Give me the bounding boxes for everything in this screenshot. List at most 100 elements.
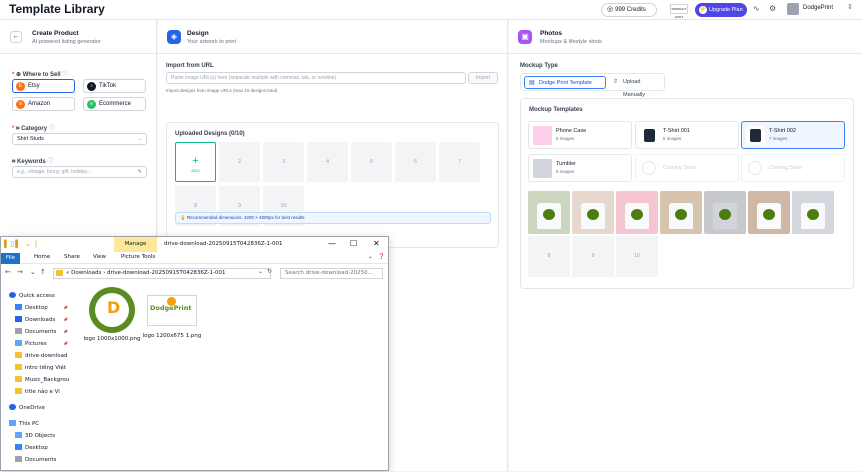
create-product-title: Create Product [32, 30, 79, 37]
pin-icon[interactable]: 📌 [63, 341, 68, 346]
marketplace-ecommerce[interactable]: e Ecommerce [83, 97, 146, 111]
url-placeholder: Paste image URL(s) here (separate multip… [171, 75, 337, 81]
template-phone-case[interactable]: Phone Case 6 images [528, 121, 632, 149]
product-hunt-badge[interactable]: PRODUCT HUNT [670, 4, 688, 19]
file-name: logo 1000x1000.png [83, 336, 141, 342]
tab-share[interactable]: Share [64, 254, 80, 260]
template-coming-soon: Coming Soon [741, 154, 845, 182]
mockup-slot[interactable]: 8 [528, 236, 570, 277]
activity-icon[interactable]: ∿ [753, 4, 760, 13]
tshirt-image [757, 203, 781, 229]
upgrade-label: Upgrade Plan [709, 7, 743, 13]
nav-documents[interactable]: Documents [15, 456, 75, 463]
design-slot[interactable]: 5 [351, 142, 392, 182]
mockup-image[interactable] [704, 191, 746, 234]
create-product-subtitle: AI-powered listing generator [32, 39, 101, 45]
cloud-icon [9, 404, 16, 410]
manage-tab[interactable]: Manage [114, 237, 157, 252]
settings-icon[interactable]: ⚙ [769, 4, 776, 13]
design-slot[interactable]: 2 [219, 142, 260, 182]
template-tshirt-001[interactable]: T-Shirt 001 6 images [635, 121, 739, 149]
mockup-image[interactable] [748, 191, 790, 234]
recent-chevron-icon[interactable]: ⌄ [30, 268, 36, 276]
category-select[interactable]: Shirt Studs ⌄ [12, 133, 147, 145]
mockup-image[interactable] [572, 191, 614, 234]
keywords-input[interactable]: e.g., vintage, funny, gift, holiday... ✎ [12, 166, 147, 178]
file-item[interactable]: DodgePrint logo 1200x675 1.png [142, 287, 202, 340]
nav-label: Downloads [25, 317, 56, 323]
mockup-image[interactable] [616, 191, 658, 234]
template-name: T-Shirt 001 [663, 128, 690, 134]
template-count: 6 images [663, 136, 682, 141]
template-name: Phone Case [556, 128, 587, 134]
template-thumbnail [640, 126, 659, 145]
nav-folder[interactable]: drive-download [15, 352, 75, 359]
tab-file[interactable]: File [1, 253, 20, 264]
top-bar: Template Library ◎ 999 Credits PRODUCT HU… [0, 0, 862, 20]
design-art [587, 209, 599, 220]
template-tumbler[interactable]: Tumbler 6 images [528, 154, 632, 182]
design-slot[interactable]: 3 [263, 142, 304, 182]
forward-arrow-icon[interactable]: → [17, 268, 23, 276]
nav-folder[interactable]: Music_Backgrou [15, 376, 75, 383]
nav-label: Desktop [25, 305, 48, 311]
nav-label: Pictures [25, 341, 47, 347]
profile-menu[interactable]: DodgePrint ⇕ [787, 3, 855, 17]
explorer-title-bar[interactable]: ▌▯▌ ⌄ | Manage drive-download-20250915T0… [1, 237, 388, 253]
quick-access-toolbar-icons[interactable]: ▌▯▌ ⌄ | [4, 240, 38, 248]
design-subtitle: Your artwork to print [187, 39, 237, 45]
marketplace-amazon[interactable]: a Amazon [12, 97, 75, 111]
credits-badge[interactable]: ◎ 999 Credits [601, 3, 657, 17]
nav-3d-objects[interactable]: 3D Objects [15, 432, 75, 439]
star-icon [9, 292, 16, 298]
upgrade-plan-button[interactable]: ⚡ Upgrade Plan [695, 3, 747, 17]
up-arrow-icon[interactable]: ↑ [40, 268, 46, 276]
back-arrow-icon[interactable]: ← [5, 268, 11, 276]
window-title: drive-download-20250915T042836Z-1-001 [164, 241, 283, 247]
mockup-image[interactable] [792, 191, 834, 234]
nav-folder[interactable]: title nảo e Vi [15, 388, 75, 395]
nav-this-pc[interactable]: This PC [9, 420, 69, 427]
address-bar[interactable]: « Downloads › drive-download-20250915T04… [53, 268, 271, 279]
nav-desktop[interactable]: Desktop [15, 444, 75, 451]
nav-label: OneDrive [19, 405, 45, 411]
address-dropdown-icon[interactable]: ⌄ [258, 268, 263, 275]
marketplace-tiktok[interactable]: ♪ TikTok [83, 79, 146, 93]
design-slot[interactable]: 4 [307, 142, 348, 182]
pin-icon[interactable]: 📌 [63, 305, 68, 310]
mockup-slot[interactable]: 10 [616, 236, 658, 277]
back-arrow-icon[interactable]: ← [10, 31, 22, 43]
expand-ribbon-icon[interactable]: ⌄ [368, 254, 373, 260]
tab-view[interactable]: View [93, 254, 106, 260]
design-slot[interactable]: 7 [439, 142, 480, 182]
mockup-slot[interactable]: 9 [572, 236, 614, 277]
tab-home[interactable]: Home [34, 254, 50, 260]
help-icon[interactable]: ❓ [378, 254, 385, 260]
upload-manually-button[interactable]: ⇧ Upload Manually [609, 76, 663, 98]
nav-quick-access[interactable]: Quick access [9, 292, 69, 299]
photos-subtitle: Mockups & lifestyle shots [540, 39, 602, 45]
template-tshirt-002[interactable]: T-Shirt 002 7 images [741, 121, 845, 149]
refresh-icon[interactable]: ↻ [267, 268, 272, 275]
design-slot[interactable]: 6 [395, 142, 436, 182]
pin-icon[interactable]: 📌 [63, 317, 68, 322]
marketplace-etsy[interactable]: E Etsy [12, 79, 75, 93]
search-input[interactable]: Search drive-download-20250... [280, 268, 383, 279]
pin-icon[interactable]: 📌 [63, 329, 68, 334]
maximize-icon[interactable]: ☐ [350, 239, 357, 248]
palette-icon: ◈ [167, 30, 181, 44]
nav-folder[interactable]: intro tiếng Việt [15, 364, 75, 371]
import-button[interactable]: Import [468, 72, 498, 84]
pencil-icon[interactable]: ✎ [138, 167, 142, 177]
minimize-icon[interactable]: — [328, 239, 336, 248]
mockup-image[interactable] [660, 191, 702, 234]
file-item[interactable]: D logo 1000x1000.png [82, 287, 142, 343]
add-design-button[interactable]: + ADD [175, 142, 216, 182]
tab-picture-tools[interactable]: Picture Tools [121, 254, 155, 260]
dodge-print-template-button[interactable]: ▤ Dodge Print Template [524, 76, 606, 89]
ribbon-tabs: File Home Share View Picture Tools ⌄ ❓ [1, 253, 388, 264]
mockup-image[interactable] [528, 191, 570, 234]
nav-onedrive[interactable]: OneDrive [9, 404, 69, 411]
close-icon[interactable]: ✕ [373, 239, 380, 248]
image-url-input[interactable]: Paste image URL(s) here (separate multip… [166, 72, 466, 84]
